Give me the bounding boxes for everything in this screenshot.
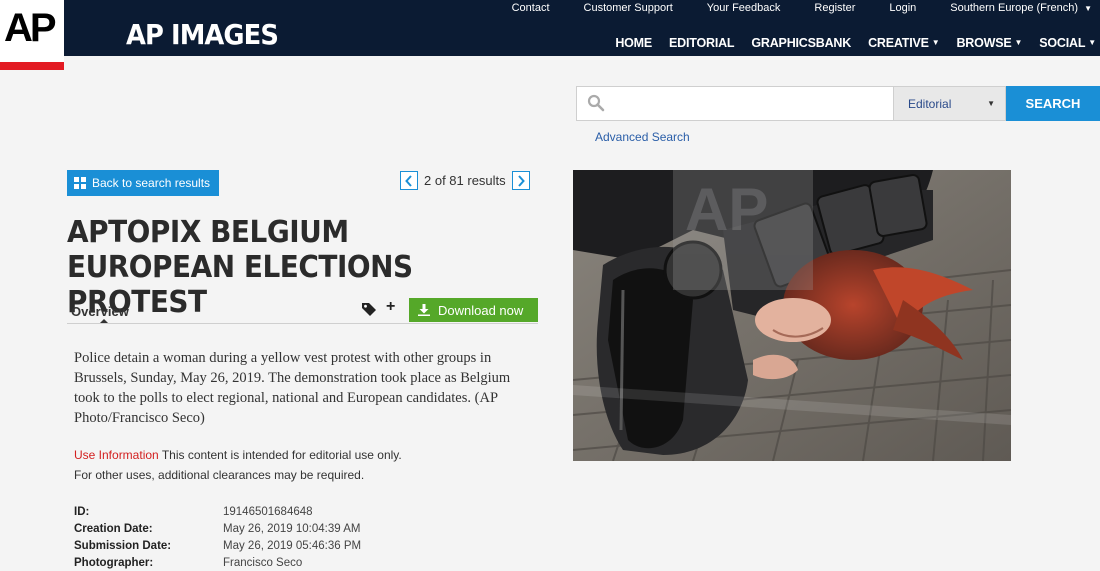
advanced-search-link[interactable]: Advanced Search bbox=[595, 130, 690, 144]
nav-creative[interactable]: CREATIVE ▼ bbox=[868, 36, 940, 50]
watermark-text: AP bbox=[685, 176, 768, 243]
search-scope-value: Editorial bbox=[908, 97, 952, 111]
tab-overview[interactable]: Overview bbox=[71, 304, 129, 319]
nav-graphicsbank[interactable]: GRAPHICSBANK bbox=[751, 36, 851, 50]
usage-info: Use Information This content is intended… bbox=[74, 445, 402, 485]
use-information-text: This content is intended for editorial u… bbox=[158, 448, 402, 462]
meta-row: ID: 19146501684648 bbox=[74, 504, 361, 521]
back-to-results-button[interactable]: Back to search results bbox=[67, 170, 219, 196]
result-count: 2 of 81 results bbox=[424, 173, 506, 188]
chevron-left-icon bbox=[405, 174, 412, 187]
meta-key: Submission Date: bbox=[74, 540, 172, 552]
chevron-down-icon: ▼ bbox=[987, 99, 995, 108]
search-bar: Editorial ▼ SEARCH bbox=[576, 86, 1100, 121]
feedback-link[interactable]: Your Feedback bbox=[707, 2, 781, 14]
meta-row: Creation Date: May 26, 2019 10:04:39 AM bbox=[74, 521, 361, 538]
chevron-down-icon: ▼ bbox=[1084, 4, 1092, 13]
photo-illustration: AP bbox=[573, 170, 1011, 461]
nav-browse-label: BROWSE bbox=[956, 36, 1012, 50]
use-information-link[interactable]: Use Information bbox=[74, 448, 159, 462]
prev-result-button[interactable] bbox=[400, 171, 418, 190]
chevron-down-icon: ▼ bbox=[1088, 38, 1096, 47]
login-link[interactable]: Login bbox=[889, 2, 916, 14]
result-pager: 2 of 81 results bbox=[400, 171, 530, 190]
chevron-down-icon: ▼ bbox=[931, 38, 940, 47]
tag-icon[interactable] bbox=[361, 302, 377, 316]
meta-value: 19146501684648 bbox=[223, 506, 313, 518]
customer-support-link[interactable]: Customer Support bbox=[584, 2, 673, 14]
nav-editorial[interactable]: EDITORIAL bbox=[669, 36, 735, 50]
search-button[interactable]: SEARCH bbox=[1006, 86, 1100, 121]
image-caption: Police detain a woman during a yellow ve… bbox=[74, 350, 511, 426]
add-to-lightbox-button[interactable]: + bbox=[386, 298, 395, 316]
news-photo[interactable]: AP bbox=[573, 170, 1011, 461]
meta-row: Photographer: Francisco Seco bbox=[74, 555, 361, 571]
meta-value: May 26, 2019 05:46:36 PM bbox=[223, 540, 362, 552]
download-icon bbox=[418, 304, 430, 316]
search-icon bbox=[587, 94, 605, 112]
ap-logo-text: AP bbox=[4, 6, 57, 50]
main-nav: HOME EDITORIAL GRAPHICSBANK CREATIVE ▼ BR… bbox=[598, 36, 1096, 50]
register-link[interactable]: Register bbox=[814, 2, 855, 14]
grid-icon bbox=[74, 177, 86, 189]
utility-nav: Contact Customer Support Your Feedback R… bbox=[478, 2, 1092, 14]
active-tab-marker bbox=[100, 319, 108, 323]
nav-home[interactable]: HOME bbox=[615, 36, 652, 50]
back-to-results-label: Back to search results bbox=[92, 176, 211, 190]
search-input[interactable] bbox=[577, 87, 893, 120]
meta-value: May 26, 2019 10:04:39 AM bbox=[223, 523, 361, 535]
brand-name[interactable]: AP IMAGES bbox=[126, 18, 279, 52]
next-result-button[interactable] bbox=[511, 171, 530, 190]
use-information-line2: For other uses, additional clearances ma… bbox=[74, 468, 365, 482]
region-selector[interactable]: Southern Europe (French) ▼ bbox=[950, 2, 1092, 14]
meta-key: Photographer: bbox=[74, 557, 154, 569]
image-metadata: ID: 19146501684648 Creation Date: May 26… bbox=[74, 504, 361, 571]
chevron-right-icon bbox=[517, 174, 525, 187]
ap-logo[interactable]: AP bbox=[0, 0, 64, 70]
meta-value: Francisco Seco bbox=[223, 557, 303, 569]
meta-key: ID: bbox=[74, 506, 90, 518]
nav-browse[interactable]: BROWSE ▼ bbox=[956, 36, 1022, 50]
detail-tabs: Overview + Download now bbox=[67, 298, 538, 324]
nav-social-label: SOCIAL bbox=[1039, 36, 1086, 50]
ap-logo-bar bbox=[0, 62, 64, 70]
meta-key: Creation Date: bbox=[74, 523, 153, 535]
top-header: AP IMAGES Contact Customer Support Your … bbox=[0, 0, 1100, 56]
search-field[interactable] bbox=[576, 86, 894, 121]
region-label: Southern Europe (French) bbox=[950, 2, 1079, 14]
meta-row: Submission Date: May 26, 2019 05:46:36 P… bbox=[74, 538, 361, 555]
download-now-label: Download now bbox=[438, 302, 524, 318]
chevron-down-icon: ▼ bbox=[1014, 38, 1023, 47]
nav-creative-label: CREATIVE bbox=[868, 36, 929, 50]
nav-social[interactable]: SOCIAL ▼ bbox=[1039, 36, 1096, 50]
contact-link[interactable]: Contact bbox=[512, 2, 550, 14]
search-scope-select[interactable]: Editorial ▼ bbox=[894, 86, 1006, 121]
download-now-button[interactable]: Download now bbox=[409, 298, 538, 322]
